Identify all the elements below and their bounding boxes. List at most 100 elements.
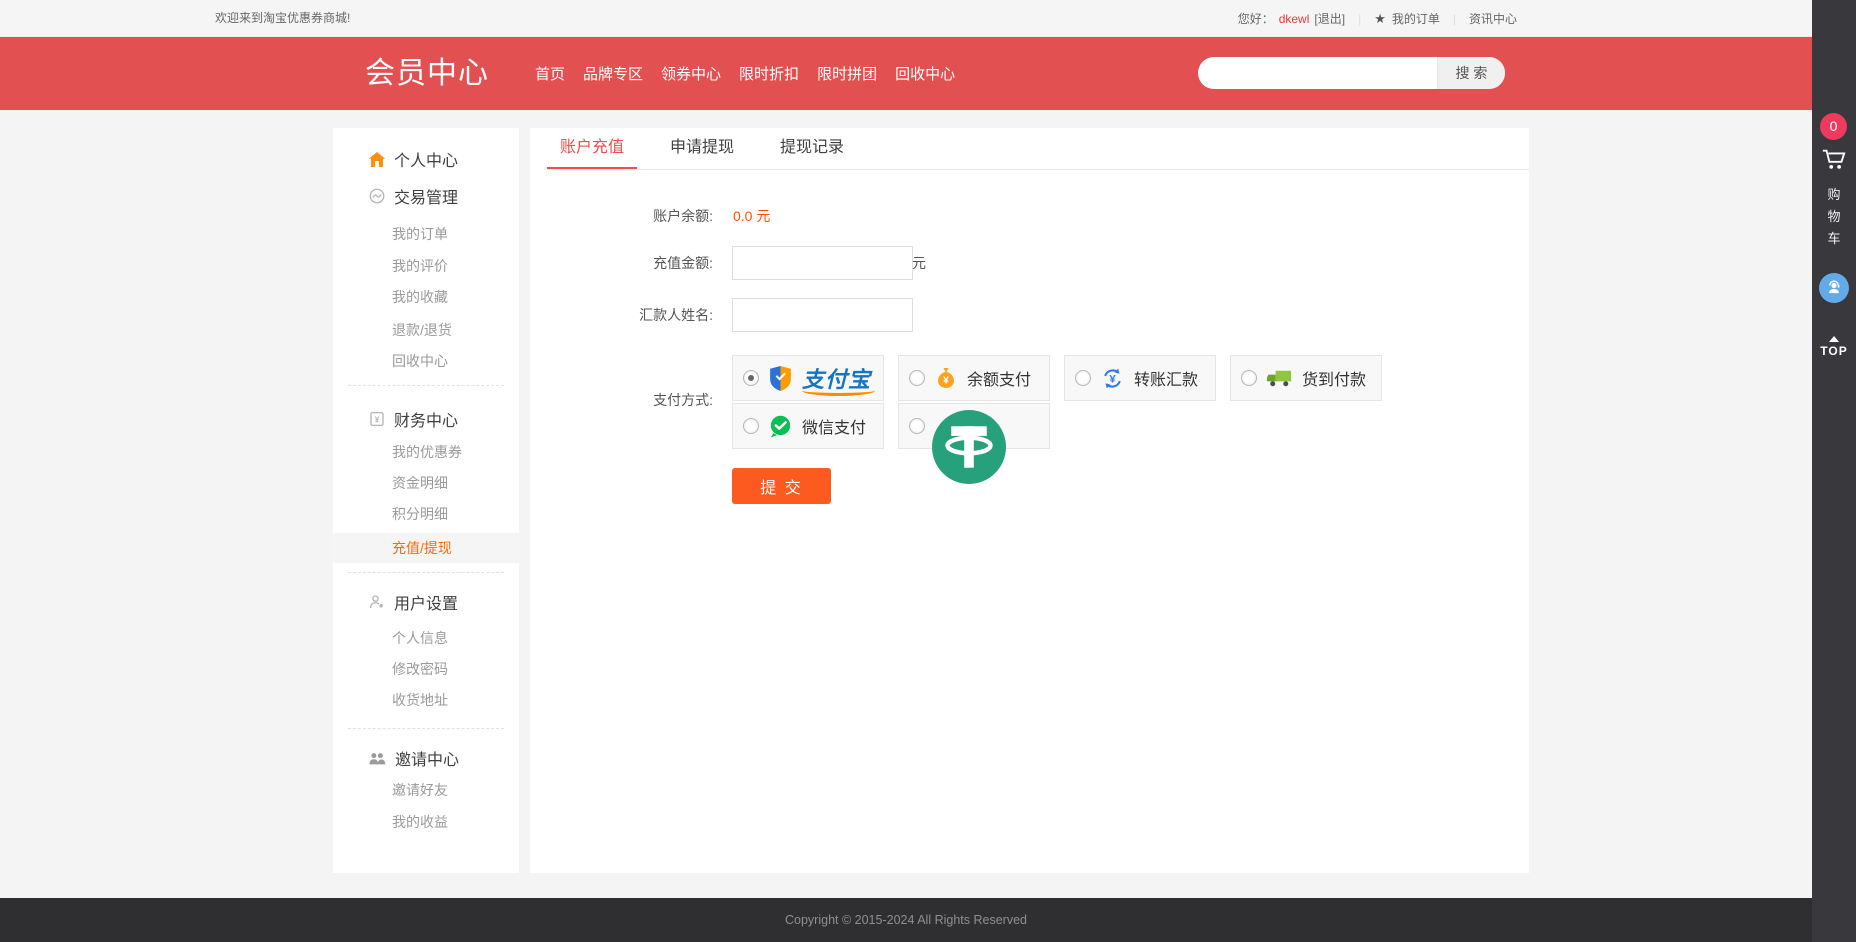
payment-label: 转账汇款 <box>1134 366 1198 390</box>
cart-label-char: 物 <box>1812 206 1856 225</box>
cart-icon[interactable] <box>1821 146 1847 177</box>
logout-link[interactable]: [退出] <box>1314 10 1345 27</box>
payment-option-wechat[interactable]: 微信支付 <box>732 403 884 449</box>
divider <box>348 728 504 729</box>
tab-withdrawal-records[interactable]: 提现记录 <box>767 128 857 169</box>
payment-option-bank-transfer[interactable]: ¥ 转账汇款 <box>1064 355 1216 401</box>
payer-name-input[interactable] <box>732 298 913 332</box>
delivery-truck-icon <box>1266 368 1293 388</box>
search-box: 搜 索 <box>1198 57 1505 89</box>
transfer-arrows-icon: ¥ <box>1100 366 1125 391</box>
top-bar: 欢迎来到淘宝优惠券商城! 您好： dkewl [退出] | ★ 我的订单 | 资… <box>0 0 1812 37</box>
payment-method-label: 支付方式: <box>550 390 713 410</box>
main-header: 会员中心 首页 品牌专区 领券中心 限时折扣 限时拼团 回收中心 搜 索 <box>0 37 1812 110</box>
alipay-logo: 支付宝 <box>802 362 871 394</box>
welcome-text: 欢迎来到淘宝优惠券商城! <box>215 0 350 37</box>
search-button[interactable]: 搜 索 <box>1437 57 1505 89</box>
alipay-swoosh <box>802 385 875 396</box>
amount-unit: 元 <box>912 253 926 273</box>
search-input[interactable] <box>1198 57 1437 89</box>
sidebar-item-my-reviews[interactable]: 我的评价 <box>392 256 448 276</box>
sidebar-item-invite-center[interactable]: 邀请中心 <box>368 746 459 770</box>
back-to-top-button[interactable]: TOP <box>1812 336 1856 358</box>
copyright-text: Copyright © 2015-2024 All Rights Reserve… <box>0 898 1812 942</box>
sidebar-item-personal-info[interactable]: 个人信息 <box>392 628 448 648</box>
payment-label: 余额支付 <box>967 366 1031 390</box>
transfer-radio[interactable] <box>1075 370 1091 386</box>
sidebar-item-recharge-withdraw-active[interactable]: 充值/提现 <box>333 533 519 563</box>
finance-icon: ¥ <box>368 410 386 428</box>
divider <box>348 572 504 573</box>
member-sidebar: 个人中心 交易管理 我的订单 我的评价 我的收藏 退款/退货 回收中心 ¥ 财务… <box>333 128 519 873</box>
page: 欢迎来到淘宝优惠券商城! 您好： dkewl [退出] | ★ 我的订单 | 资… <box>0 0 1856 942</box>
payer-name-label: 汇款人姓名: <box>550 305 713 325</box>
news-center-link[interactable]: 资讯中心 <box>1469 10 1517 27</box>
divider: | <box>1358 12 1361 26</box>
sidebar-item-points-details[interactable]: 积分明细 <box>392 504 448 524</box>
cart-label-char: 车 <box>1812 228 1856 247</box>
recharge-panel: 账户充值 申请提现 提现记录 账户余额: 0.0 元 充值金额: 元 汇款人姓名… <box>530 128 1529 873</box>
sidebar-item-recycle-center[interactable]: 回收中心 <box>392 351 448 371</box>
sidebar-item-my-orders[interactable]: 我的订单 <box>392 224 448 244</box>
sidebar-item-my-earnings[interactable]: 我的收益 <box>392 812 448 832</box>
sidebar-item-personal-center[interactable]: 个人中心 <box>368 147 458 171</box>
nav-coupon-center[interactable]: 领券中心 <box>661 63 721 84</box>
main-nav: 首页 品牌专区 领券中心 限时折扣 限时拼团 回收中心 <box>535 37 955 110</box>
wechat-icon <box>768 414 793 439</box>
active-item-label: 充值/提现 <box>392 533 519 563</box>
page-footer: Copyright © 2015-2024 All Rights Reserve… <box>0 898 1812 942</box>
sidebar-item-fund-details[interactable]: 资金明细 <box>392 473 448 493</box>
svg-text:¥: ¥ <box>943 376 949 387</box>
balance-label: 账户余额: <box>550 206 713 226</box>
sidebar-title-label: 邀请中心 <box>395 746 459 770</box>
sidebar-item-refunds[interactable]: 退款/退货 <box>392 320 452 340</box>
usdt-radio[interactable] <box>909 418 925 434</box>
home-icon <box>368 151 386 168</box>
divider <box>348 385 504 386</box>
payment-option-cash-on-delivery[interactable]: 货到付款 <box>1230 355 1382 401</box>
tab-account-recharge[interactable]: 账户充值 <box>547 128 637 169</box>
exchange-icon <box>368 187 386 205</box>
sidebar-item-change-password[interactable]: 修改密码 <box>392 659 448 679</box>
sidebar-item-trade-management[interactable]: 交易管理 <box>368 184 458 208</box>
svg-text:¥: ¥ <box>375 415 380 424</box>
nav-flash-discount[interactable]: 限时折扣 <box>739 63 799 84</box>
nav-brand-zone[interactable]: 品牌专区 <box>583 63 643 84</box>
customer-service-icon[interactable] <box>1819 273 1849 303</box>
invite-icon <box>368 750 387 767</box>
alipay-shield-icon <box>768 365 793 392</box>
sidebar-item-user-settings[interactable]: 用户设置 <box>368 590 458 614</box>
payment-label: 微信支付 <box>802 414 866 438</box>
tab-request-withdrawal[interactable]: 申请提现 <box>657 128 747 169</box>
star-icon: ★ <box>1374 11 1386 27</box>
cart-count-badge: 0 <box>1820 113 1847 140</box>
amount-label: 充值金额: <box>550 253 713 273</box>
sidebar-item-my-favorites[interactable]: 我的收藏 <box>392 287 448 307</box>
payment-label: 货到付款 <box>1302 366 1366 390</box>
payment-option-balance[interactable]: ¥ 余额支付 <box>898 355 1050 401</box>
nav-home[interactable]: 首页 <box>535 63 565 84</box>
greeting-label: 您好： <box>1238 10 1274 27</box>
sidebar-item-finance-center[interactable]: ¥ 财务中心 <box>368 407 458 431</box>
sidebar-title-label: 个人中心 <box>394 147 458 171</box>
balance-radio[interactable] <box>909 370 925 386</box>
amount-input[interactable] <box>732 246 913 280</box>
tether-usdt-icon[interactable] <box>932 410 1006 484</box>
nav-recycle-center[interactable]: 回收中心 <box>895 63 955 84</box>
sidebar-item-my-coupons[interactable]: 我的优惠券 <box>392 442 462 462</box>
sidebar-item-shipping-address[interactable]: 收货地址 <box>392 690 448 710</box>
tabs: 账户充值 申请提现 提现记录 <box>547 128 1529 170</box>
site-logo[interactable]: 会员中心 <box>365 37 489 110</box>
balance-value: 0.0 元 <box>733 206 770 226</box>
sidebar-item-invite-friends[interactable]: 邀请好友 <box>392 780 448 800</box>
nav-group-buy[interactable]: 限时拼团 <box>817 63 877 84</box>
submit-button[interactable]: 提 交 <box>732 468 831 504</box>
cod-radio[interactable] <box>1241 370 1257 386</box>
my-orders-link[interactable]: 我的订单 <box>1392 10 1440 27</box>
wechat-radio[interactable] <box>743 418 759 434</box>
payment-option-alipay[interactable]: 支付宝 <box>732 355 884 401</box>
username-link[interactable]: dkewl <box>1279 12 1310 26</box>
alipay-radio[interactable] <box>743 370 759 386</box>
money-bag-icon: ¥ <box>934 366 958 390</box>
sidebar-title-label: 财务中心 <box>394 407 458 431</box>
